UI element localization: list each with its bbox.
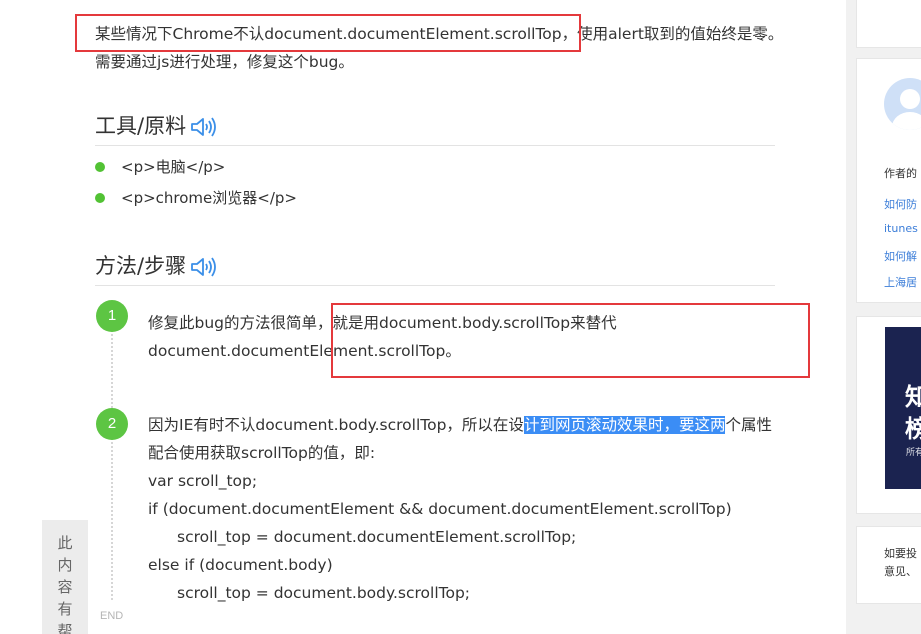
feedback-text: 如要投 意见、	[884, 545, 917, 581]
author-article-link[interactable]: 如何解	[884, 248, 917, 264]
ad-text: 榜	[905, 409, 921, 444]
article-main: 某些情况下Chrome不认document.documentElement.sc…	[0, 0, 846, 634]
author-article-link[interactable]: 如何防	[884, 196, 917, 212]
ad-banner[interactable]: 知 榜 所有	[885, 327, 921, 489]
section-title-method: 方法/步骤	[95, 252, 775, 286]
step-timeline	[111, 330, 113, 600]
materials-list: <p>电脑</p> <p>chrome浏览器</p>	[95, 152, 297, 214]
ad-card: 知 榜 所有	[856, 316, 921, 514]
code-line: scroll_top = document.body.scrollTop;	[177, 584, 471, 602]
helpful-char: 内	[57, 556, 73, 574]
helpful-char: 有	[57, 600, 73, 618]
step-number-1: 1	[96, 300, 128, 332]
helpful-char: 帮	[57, 622, 73, 634]
speaker-icon[interactable]	[190, 256, 218, 278]
code-line: var scroll_top;	[148, 472, 258, 490]
list-item: <p>chrome浏览器</p>	[95, 183, 297, 214]
avatar[interactable]	[884, 78, 921, 130]
feedback-card: 如要投 意见、	[856, 526, 921, 604]
helpful-char: 容	[57, 578, 73, 596]
code-line: else if (document.body)	[148, 556, 333, 574]
helpful-vote-button[interactable]: 此 内 容 有 帮	[42, 520, 88, 634]
author-article-link[interactable]: 上海居	[884, 274, 917, 290]
author-article-link[interactable]: itunes	[884, 222, 918, 235]
code-line: if (document.documentElement && document…	[148, 500, 732, 518]
bullet-dot	[95, 162, 105, 172]
ad-text: 知	[905, 377, 921, 412]
section-title-tools: 工具/原料	[95, 112, 775, 146]
step-number-2: 2	[96, 408, 128, 440]
sidebar-card-top	[856, 0, 921, 48]
avatar-body-shape	[892, 112, 921, 130]
feedback-line: 如要投	[884, 547, 917, 560]
speaker-icon[interactable]	[190, 116, 218, 138]
author-label: 作者的	[884, 167, 917, 180]
tools-title: 工具/原料	[95, 114, 187, 138]
ad-small-text: 所有	[906, 448, 921, 458]
material-text: <p>电脑</p>	[121, 158, 226, 176]
bullet-dot	[95, 193, 105, 203]
feedback-line: 意见、	[884, 565, 917, 578]
code-line: scroll_top = document.documentElement.sc…	[177, 528, 577, 546]
end-label: END	[100, 610, 124, 622]
method-title: 方法/步骤	[95, 254, 187, 278]
list-item: <p>电脑</p>	[95, 152, 297, 183]
author-card: 作者的 如何防 itunes 如何解 上海居	[856, 58, 921, 303]
step-2-text: 因为IE有时不认document.body.scrollTop，所以在设计到网页…	[148, 411, 778, 607]
step-2-text-a: 因为IE有时不认document.body.scrollTop，所以在设	[148, 416, 524, 434]
step-1-text-a: 修复此bug的方法很简单，	[148, 314, 333, 332]
helpful-char: 此	[57, 534, 73, 552]
avatar-head-shape	[900, 89, 920, 109]
annotation-box-1	[75, 14, 581, 52]
annotation-box-2	[331, 303, 810, 378]
material-text: <p>chrome浏览器</p>	[121, 189, 297, 207]
selected-text[interactable]: 计到网页滚动效果时，要这两	[523, 416, 726, 434]
